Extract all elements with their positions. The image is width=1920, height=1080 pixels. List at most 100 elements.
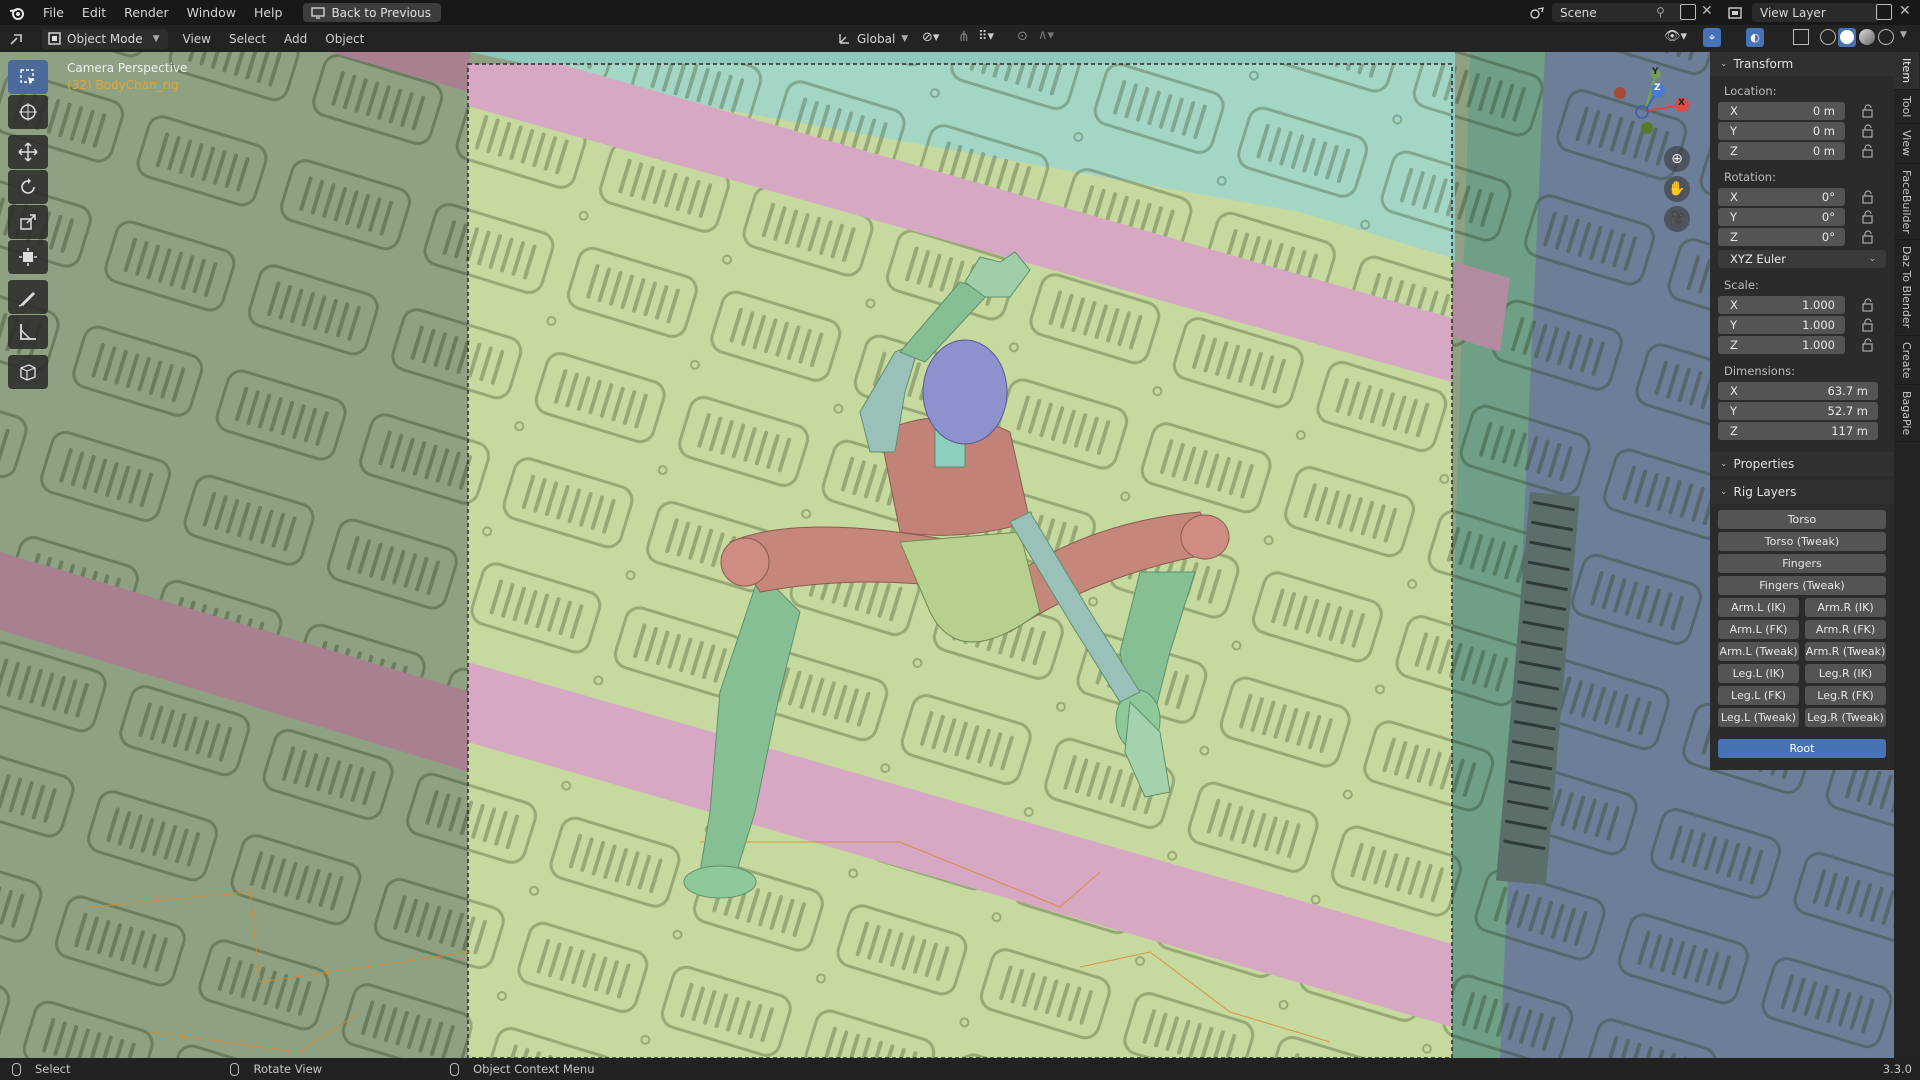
object-mode-dropdown[interactable]: Object Mode ▼ — [42, 28, 168, 49]
pan-hand-icon[interactable]: ✋ — [1664, 176, 1690, 202]
lock-icon[interactable] — [1861, 124, 1875, 138]
rig-layer-torso-button[interactable]: Torso — [1718, 510, 1886, 529]
scale-x-field[interactable]: X 1.000 — [1718, 296, 1873, 314]
rotation-y-field[interactable]: Y 0° — [1718, 208, 1873, 226]
delete-scene-icon[interactable]: ✕ — [1701, 3, 1713, 19]
menu-help[interactable]: Help — [245, 0, 292, 25]
camera-view-icon[interactable]: 🎥 — [1664, 206, 1690, 232]
rig-layer-arm-l-ik-button[interactable]: Arm.L (IK) — [1718, 598, 1799, 617]
shading-solid-icon[interactable] — [1838, 28, 1856, 47]
select-box-icon[interactable] — [8, 60, 48, 94]
location-y-field[interactable]: Y 0 m — [1718, 122, 1873, 140]
location-z-field[interactable]: Z 0 m — [1718, 142, 1873, 160]
shading-rendered-icon[interactable] — [1878, 29, 1894, 45]
rig-layer-leg-r-ik-button[interactable]: Leg.R (IK) — [1805, 664, 1886, 683]
version-label: 3.3.0 — [1882, 1062, 1912, 1076]
shading-material-icon[interactable] — [1859, 29, 1875, 45]
scene-type-icon[interactable] — [1524, 4, 1550, 21]
dimensions-y-field[interactable]: Y 52.7 m — [1718, 402, 1878, 420]
menu-object[interactable]: Object — [316, 32, 373, 46]
lock-icon[interactable] — [1861, 318, 1875, 332]
menu-window[interactable]: Window — [178, 0, 245, 25]
lock-icon[interactable] — [1861, 298, 1875, 312]
rig-layer-arm-r-tweak-button[interactable]: Arm.R (Tweak) — [1805, 642, 1886, 661]
tab-view[interactable]: View — [1894, 124, 1919, 164]
menu-add[interactable]: Add — [275, 32, 316, 46]
tab-facebuilder[interactable]: FaceBuilder — [1894, 164, 1919, 241]
tab-tool[interactable]: Tool — [1894, 90, 1919, 125]
shading-wireframe-icon[interactable] — [1820, 29, 1836, 45]
measure-icon[interactable] — [8, 315, 48, 349]
visibility-icon[interactable]: 👁▾ — [1664, 29, 1687, 44]
snap-grid-icon[interactable]: ⠿▾ — [978, 29, 994, 44]
scale-icon[interactable] — [8, 205, 48, 239]
tab-bagapie[interactable]: BagaPie — [1894, 385, 1919, 443]
proportional-edit-icon[interactable]: ⊙ — [1017, 29, 1028, 44]
rotation-z-field[interactable]: Z 0° — [1718, 228, 1873, 246]
rig-layer-torso-tweak-button[interactable]: Torso (Tweak) — [1718, 532, 1886, 551]
rig-layer-arm-l-fk-button[interactable]: Arm.L (FK) — [1718, 620, 1799, 639]
falloff-icon[interactable]: ∧▾ — [1038, 28, 1054, 43]
new-scene-icon[interactable] — [1680, 4, 1696, 20]
rig-layer-root-button[interactable]: Root — [1718, 739, 1886, 758]
transform-panel-header[interactable]: ⌄ Transform — [1710, 52, 1894, 76]
scene-pin-icon[interactable]: ⚲ — [1656, 5, 1665, 19]
dimensions-z-field[interactable]: Z 117 m — [1718, 422, 1878, 440]
dimensions-x-field[interactable]: X 63.7 m — [1718, 382, 1878, 400]
rig-layer-fingers-button[interactable]: Fingers — [1718, 554, 1886, 573]
lock-icon[interactable] — [1861, 210, 1875, 224]
properties-panel-header[interactable]: ⌄ Properties — [1710, 452, 1894, 476]
lock-icon[interactable] — [1861, 338, 1875, 352]
shading-options-icon[interactable]: ▼ — [1900, 30, 1907, 40]
view-layer-selector[interactable]: View Layer — [1752, 3, 1878, 22]
pivot-point-icon[interactable]: ⊘▾ — [922, 30, 939, 45]
lock-icon[interactable] — [1861, 144, 1875, 158]
scale-y-field[interactable]: Y 1.000 — [1718, 316, 1873, 334]
rig-layer-leg-r-tweak-button[interactable]: Leg.R (Tweak) — [1805, 708, 1886, 727]
lock-icon[interactable] — [1861, 190, 1875, 204]
add-cube-icon[interactable] — [8, 355, 48, 389]
delete-view-layer-icon[interactable]: ✕ — [1899, 3, 1911, 19]
gizmo-toggle-icon[interactable]: ⌖ — [1703, 28, 1721, 47]
lock-icon[interactable] — [1861, 230, 1875, 244]
cursor-icon[interactable] — [8, 95, 48, 129]
rig-layer-leg-l-fk-button[interactable]: Leg.L (FK) — [1718, 686, 1799, 705]
rotate-icon[interactable] — [8, 170, 48, 204]
annotate-icon[interactable] — [8, 280, 48, 314]
location-x-field[interactable]: X 0 m — [1718, 102, 1873, 120]
zoom-icon[interactable]: ⊕ — [1664, 146, 1690, 172]
navigation-gizmo[interactable]: X Y Z — [1600, 66, 1690, 156]
transform-icon[interactable] — [8, 240, 48, 274]
move-icon[interactable] — [8, 135, 48, 169]
editor-type-icon[interactable] — [0, 25, 36, 52]
menu-edit[interactable]: Edit — [73, 0, 115, 25]
tab-create[interactable]: Create — [1894, 336, 1919, 386]
rig-layer-arm-r-fk-button[interactable]: Arm.R (FK) — [1805, 620, 1886, 639]
rotation-x-field[interactable]: X 0° — [1718, 188, 1873, 206]
menu-view[interactable]: View — [174, 32, 220, 46]
menu-file[interactable]: File — [34, 0, 73, 25]
3d-viewport[interactable]: Camera Perspective (32) BodyChan_rig X Y… — [0, 52, 1920, 1058]
new-view-layer-icon[interactable] — [1876, 4, 1892, 20]
xray-toggle-icon[interactable] — [1793, 29, 1809, 45]
rig-layer-arm-r-ik-button[interactable]: Arm.R (IK) — [1805, 598, 1886, 617]
scale-z-field[interactable]: Z 1.000 — [1718, 336, 1873, 354]
back-to-previous-button[interactable]: Back to Previous — [303, 3, 441, 22]
overlay-toggle-icon[interactable]: ◐ — [1746, 28, 1764, 47]
transform-orientation-dropdown[interactable]: Global ▼ — [838, 29, 908, 48]
rig-layer-arm-l-tweak-button[interactable]: Arm.L (Tweak) — [1718, 642, 1799, 661]
menu-select[interactable]: Select — [220, 32, 275, 46]
rig-layers-panel-header[interactable]: ⌄ Rig Layers — [1710, 480, 1894, 504]
rig-layer-leg-l-ik-button[interactable]: Leg.L (IK) — [1718, 664, 1799, 683]
rig-layer-fingers-tweak-button[interactable]: Fingers (Tweak) — [1718, 576, 1886, 595]
rig-layer-leg-l-tweak-button[interactable]: Leg.L (Tweak) — [1718, 708, 1799, 727]
view-layer-type-icon[interactable] — [1724, 4, 1746, 21]
blender-logo-icon[interactable] — [0, 0, 34, 25]
rotation-mode-dropdown[interactable]: XYZ Euler ⌄ — [1718, 250, 1886, 268]
menu-render[interactable]: Render — [115, 0, 178, 25]
rig-layer-leg-r-fk-button[interactable]: Leg.R (FK) — [1805, 686, 1886, 705]
snap-toggle-icon[interactable]: ⋔ — [958, 29, 970, 45]
tab-item[interactable]: Item — [1894, 52, 1919, 91]
lock-icon[interactable] — [1861, 104, 1875, 118]
tab-daz-to-blender[interactable]: Daz To Blender — [1894, 240, 1919, 336]
